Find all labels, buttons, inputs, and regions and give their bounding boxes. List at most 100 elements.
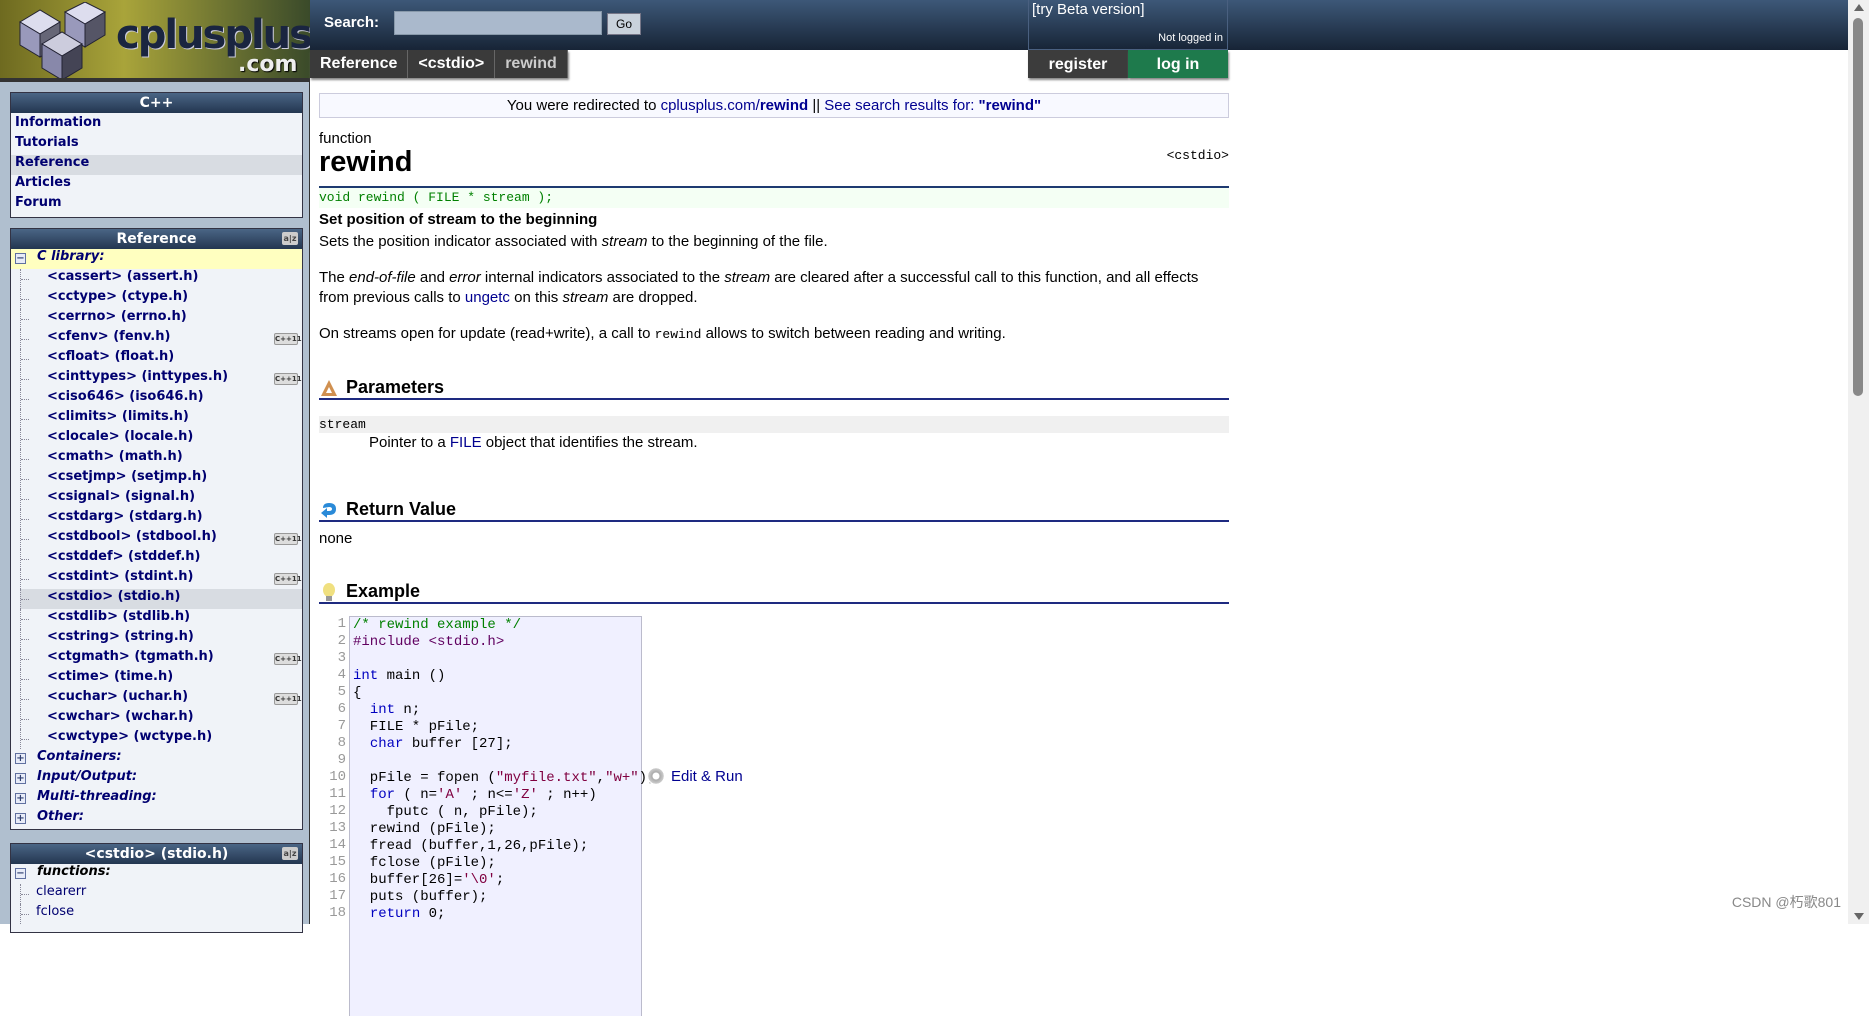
header-item[interactable]: <cuchar> (uchar.h) C++11 (20, 689, 302, 709)
header-item[interactable]: <cctype> (ctype.h) (20, 289, 302, 309)
breadcrumb-cstdio[interactable]: <cstdio> (408, 50, 496, 78)
scroll-up-icon[interactable] (1854, 4, 1864, 11)
file-link[interactable]: FILE (450, 434, 482, 451)
code-line: char buffer [27]; (369, 736, 513, 752)
scrollbar-thumb[interactable] (1853, 18, 1863, 396)
header-item[interactable]: <cfenv> (fenv.h) C++11 (20, 329, 302, 349)
header-label: <cfloat> (float.h) (47, 349, 175, 364)
redirect-link[interactable]: cplusplus.com/rewind (661, 97, 809, 114)
category-item[interactable]: + Other: (11, 809, 302, 829)
cstdio-box-title: <cstdio> (stdio.h) (84, 846, 229, 862)
function-item[interactable]: fclose (20, 904, 302, 924)
header-item[interactable]: <cerrno> (errno.h) (20, 309, 302, 329)
logo[interactable]: cplusplus .com (0, 0, 310, 82)
redirect-text: You were redirected to (506, 97, 661, 114)
header-item[interactable]: <clocale> (locale.h) (20, 429, 302, 449)
category-functions[interactable]: − functions: (11, 864, 302, 884)
cstdio-box-header: <cstdio> (stdio.h) a|z (11, 844, 302, 864)
expand-icon[interactable]: + (15, 793, 26, 804)
header-item[interactable]: <cstdlib> (stdlib.h) (20, 609, 302, 629)
category-c-library[interactable]: − C library: (11, 249, 302, 269)
header-item[interactable]: <cstring> (string.h) (20, 629, 302, 649)
code-line: int main () (353, 668, 446, 684)
header-item[interactable]: <climits> (limits.h) (20, 409, 302, 429)
header-item[interactable]: <cwchar> (wchar.h) (20, 709, 302, 729)
header-label: <cuchar> (uchar.h) (47, 689, 189, 704)
category-item[interactable]: + Containers: (11, 749, 302, 769)
login-button[interactable]: log in (1128, 50, 1228, 78)
search-results-link[interactable]: See search results for: "rewind" (824, 97, 1041, 114)
summary: Set position of stream to the beginning (319, 211, 598, 228)
function-item[interactable]: clearerr (20, 884, 302, 904)
header-item[interactable]: <cmath> (math.h) (20, 449, 302, 469)
paragraph-1: Sets the position indicator associated w… (319, 233, 828, 250)
code-line: fputc ( n, pFile); (353, 804, 538, 820)
reference-box: Reference a|z − C library: <cassert> (asse… (10, 228, 303, 830)
category-item[interactable]: + Multi-threading: (11, 789, 302, 809)
header-item[interactable]: <csignal> (signal.h) (20, 489, 302, 509)
header-label: <csignal> (signal.h) (47, 489, 196, 504)
header-item[interactable]: <csetjmp> (setjmp.h) (20, 469, 302, 489)
header-item[interactable]: <cstdbool> (stdbool.h) C++11 (20, 529, 302, 549)
line-number: 12 (329, 803, 346, 819)
header-item[interactable]: <cstddef> (stddef.h) (20, 549, 302, 569)
sidebar-item-information[interactable]: Information (11, 115, 302, 135)
category-label: functions: (37, 864, 111, 879)
vertical-scrollbar[interactable] (1848, 0, 1869, 924)
collapse-icon[interactable]: − (15, 253, 26, 264)
sort-az-icon[interactable]: a|z (282, 232, 298, 245)
prototype: void rewind ( FILE * stream ); (319, 188, 1229, 208)
register-button[interactable]: register (1028, 50, 1128, 78)
go-button[interactable]: Go (607, 13, 641, 35)
return-value: none (319, 530, 353, 547)
sort-az-icon[interactable]: a|z (282, 847, 298, 860)
paragraph-3: On streams open for update (read+write),… (319, 325, 1006, 342)
breadcrumb-rewind: rewind (495, 50, 568, 78)
sidebar-item-reference[interactable]: Reference (11, 155, 302, 175)
header-item[interactable]: <ctime> (time.h) (20, 669, 302, 689)
category-label: C library: (37, 249, 105, 264)
search-input[interactable] (394, 11, 602, 35)
sidebar-item-articles[interactable]: Articles (11, 175, 302, 195)
edit-run-label: Edit & Run (671, 767, 743, 785)
sidebar-item-forum[interactable]: Forum (11, 195, 302, 215)
sidebar-item-tutorials[interactable]: Tutorials (11, 135, 302, 155)
header-label: <cstdint> (stdint.h) (47, 569, 194, 584)
expand-icon[interactable]: + (15, 753, 26, 764)
code-line: return 0; (369, 906, 446, 922)
cpp11-badge-icon: C++11 (274, 653, 302, 665)
code-line: rewind (pFile); (353, 821, 496, 837)
header-label: <csetjmp> (setjmp.h) (47, 469, 208, 484)
header-item[interactable]: <cstdarg> (stdarg.h) (20, 509, 302, 529)
category-label: Multi-threading: (37, 789, 157, 804)
header-item[interactable]: <ciso646> (iso646.h) (20, 389, 302, 409)
header-label: <climits> (limits.h) (47, 409, 189, 424)
header-item[interactable]: <ctgmath> (tgmath.h) C++11 (20, 649, 302, 669)
header-item[interactable]: <cstdio> (stdio.h) (20, 589, 302, 609)
collapse-icon[interactable]: − (15, 868, 26, 879)
header-label: <cwctype> (wctype.h) (47, 729, 213, 744)
header-label: <cerrno> (errno.h) (47, 309, 187, 324)
code-line: int n; (369, 702, 421, 718)
edit-run-button[interactable]: Edit & Run (647, 767, 743, 785)
header-label: <cstddef> (stddef.h) (47, 549, 201, 564)
header-item[interactable]: <cassert> (assert.h) (20, 269, 302, 289)
expand-icon[interactable]: + (15, 813, 26, 824)
breadcrumb-reference[interactable]: Reference (310, 50, 409, 78)
scroll-down-icon[interactable] (1854, 913, 1864, 920)
expand-icon[interactable]: + (15, 773, 26, 784)
breadcrumb: Reference <cstdio> rewind (310, 50, 568, 78)
try-beta-link[interactable]: [try Beta version] (1032, 1, 1145, 18)
ungetc-link[interactable]: ungetc (465, 289, 510, 306)
line-number: 13 (329, 820, 346, 836)
category-item[interactable]: + Input/Output: (11, 769, 302, 789)
header-label: <cassert> (assert.h) (47, 269, 199, 284)
header-item[interactable]: <cstdint> (stdint.h) C++11 (20, 569, 302, 589)
cpp11-badge-icon: C++11 (274, 373, 302, 385)
lightbulb-icon (323, 583, 335, 601)
ruler-triangle-icon (321, 380, 337, 396)
header-item[interactable]: <cinttypes> (inttypes.h) C++11 (20, 369, 302, 389)
header-item[interactable]: <cwctype> (wctype.h) (20, 729, 302, 749)
header-label: <cinttypes> (inttypes.h) (47, 369, 229, 384)
header-item[interactable]: <cfloat> (float.h) (20, 349, 302, 369)
